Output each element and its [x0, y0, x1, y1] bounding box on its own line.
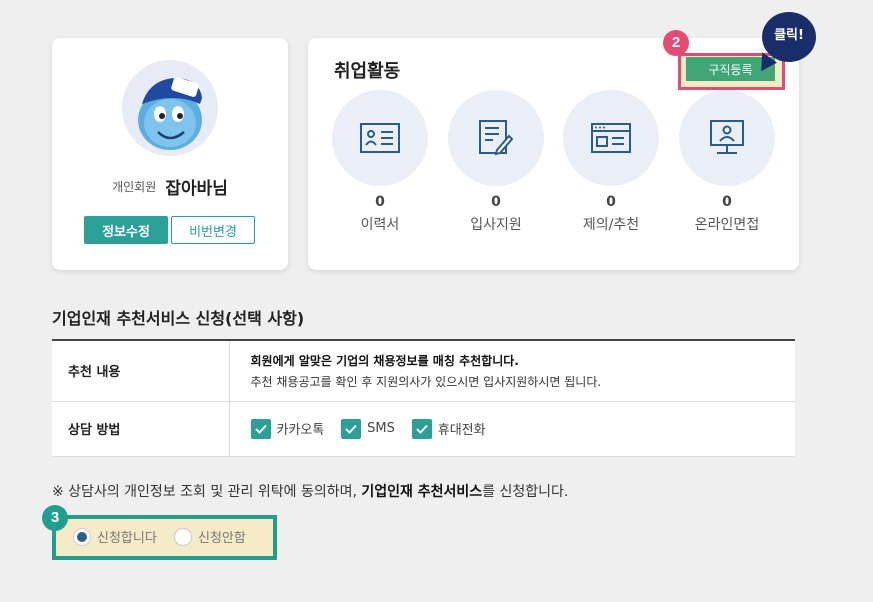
member-type-label: 개인회원: [112, 180, 157, 194]
click-callout: 클릭!: [762, 12, 816, 62]
online-interview-icon: [710, 120, 744, 154]
offer-icon: [591, 123, 631, 153]
recommend-description-strong: 회원에게 알맞은 기업의 채용정보를 매칭 추천합니다.: [250, 353, 519, 368]
sms-checkbox[interactable]: SMS: [341, 418, 395, 439]
apply-yes-label: 신청합니다: [97, 531, 157, 546]
activity-card: 취업활동 구직등록 2 클릭! 0 이력서 0 입사지원 0 제의/추천 0 온…: [308, 12, 816, 270]
recommend-table: 추천 내용 회원에게 알맞은 기업의 채용정보를 매칭 추천합니다. 추천 채용…: [52, 339, 795, 457]
radio-empty-icon: [174, 527, 192, 546]
check-icon: [250, 418, 271, 439]
kakaotalk-checkbox[interactable]: 카카오톡: [250, 418, 325, 439]
table-row: 추천 내용 회원에게 알맞은 기업의 채용정보를 매칭 추천합니다. 추천 채용…: [52, 340, 795, 402]
check-icon: [341, 418, 362, 439]
activity-item-resume[interactable]: 0 이력서: [332, 90, 428, 234]
edit-profile-button[interactable]: 정보수정: [84, 216, 168, 244]
apply-yes-radio[interactable]: 신청합니다: [73, 527, 157, 546]
member-info: 개인회원 잡아바님: [52, 174, 288, 199]
offer-label: 제의/추천: [582, 217, 640, 233]
online-interview-label: 온라인면접: [694, 217, 760, 233]
activity-item-apply[interactable]: 0 입사지원: [448, 90, 544, 234]
resume-label: 이력서: [360, 217, 400, 233]
recommend-section-title: 기업인재 추천서비스 신청(선택 사항): [52, 309, 305, 328]
activity-title: 취업활동: [334, 61, 401, 82]
apply-label: 입사지원: [470, 217, 522, 233]
activity-item-online-interview[interactable]: 0 온라인면접: [679, 90, 775, 234]
consent-prefix: ※ 상담사의 개인정보 조회 및 관리 위탁에 동의하며,: [52, 484, 362, 500]
check-icon: [411, 418, 432, 439]
apply-no-radio[interactable]: 신청안함: [174, 527, 246, 546]
resume-icon: [360, 123, 400, 153]
consent-service-name: 기업인재 추천서비스: [361, 484, 483, 500]
step-badge-3: 3: [42, 505, 68, 531]
member-name: 잡아바님: [165, 179, 228, 199]
recommend-description: 추천 채용공고를 확인 후 지원의사가 있으시면 입사지원하시면 됩니다.: [250, 374, 602, 389]
activity-item-offer[interactable]: 0 제의/추천: [563, 90, 659, 234]
apply-count: 0: [491, 194, 501, 210]
row-label-content: 추천 내용: [52, 340, 230, 402]
online-interview-count: 0: [722, 194, 732, 210]
apply-no-label: 신청안함: [198, 531, 246, 546]
row-value-method: 카카오톡 SMS 휴대전화: [229, 401, 795, 457]
table-row: 상담 방법 카카오톡 SMS 휴대전화: [52, 401, 795, 457]
consent-suffix: 를 신청합니다.: [482, 484, 569, 500]
profile-card: 개인회원 잡아바님 정보수정 비번변경: [52, 38, 288, 270]
row-label-method: 상담 방법: [52, 401, 230, 457]
step-badge-2: 2: [663, 30, 689, 56]
offer-count: 0: [606, 194, 616, 210]
mascot-avatar: [122, 60, 218, 156]
change-password-button[interactable]: 비번변경: [171, 216, 255, 244]
sms-label: SMS: [367, 421, 395, 436]
phone-checkbox[interactable]: 휴대전화: [411, 418, 486, 439]
radio-selected-icon: [73, 527, 91, 546]
kakaotalk-label: 카카오톡: [276, 423, 325, 438]
resume-count: 0: [375, 194, 385, 210]
row-value-content: 회원에게 알맞은 기업의 채용정보를 매칭 추천합니다. 추천 채용공고를 확인…: [229, 340, 795, 402]
consent-notice: ※ 상담사의 개인정보 조회 및 관리 위탁에 동의하며, 기업인재 추천서비스…: [52, 481, 568, 501]
apply-icon: [479, 120, 513, 156]
phone-label: 휴대전화: [437, 423, 486, 438]
